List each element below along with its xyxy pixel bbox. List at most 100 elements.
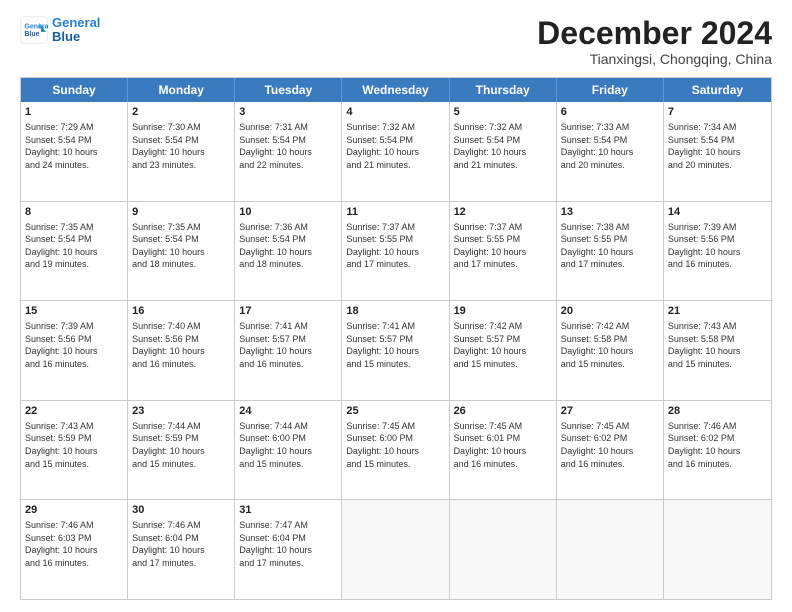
day-info-line: Daylight: 10 hours xyxy=(561,445,659,458)
header-day-friday: Friday xyxy=(557,78,664,102)
day-info-line: Daylight: 10 hours xyxy=(239,345,337,358)
day-info-line: Sunrise: 7:39 AM xyxy=(25,320,123,333)
day-info-line: Sunrise: 7:47 AM xyxy=(239,519,337,532)
day-info-line: Sunset: 5:54 PM xyxy=(25,233,123,246)
day-cell-18: 18Sunrise: 7:41 AMSunset: 5:57 PMDayligh… xyxy=(342,301,449,400)
day-info-line: Sunset: 5:55 PM xyxy=(454,233,552,246)
day-info-line: Sunset: 6:00 PM xyxy=(239,432,337,445)
day-cell-5: 5Sunrise: 7:32 AMSunset: 5:54 PMDaylight… xyxy=(450,102,557,201)
day-cell-12: 12Sunrise: 7:37 AMSunset: 5:55 PMDayligh… xyxy=(450,202,557,301)
day-info-line: Daylight: 10 hours xyxy=(454,345,552,358)
header: General Blue General Blue December 2024 … xyxy=(20,16,772,67)
day-info-line: Daylight: 10 hours xyxy=(561,246,659,259)
day-info-line: Sunrise: 7:37 AM xyxy=(346,221,444,234)
logo-general: General xyxy=(52,16,100,30)
day-info-line: Sunset: 5:55 PM xyxy=(346,233,444,246)
day-cell-8: 8Sunrise: 7:35 AMSunset: 5:54 PMDaylight… xyxy=(21,202,128,301)
day-info-line: Sunset: 5:59 PM xyxy=(132,432,230,445)
day-info-line: Sunset: 5:54 PM xyxy=(454,134,552,147)
day-info-line: and 15 minutes. xyxy=(239,458,337,471)
empty-cell xyxy=(450,500,557,599)
day-info-line: Sunset: 6:03 PM xyxy=(25,532,123,545)
day-number: 28 xyxy=(668,404,767,419)
day-number: 19 xyxy=(454,304,552,319)
day-info-line: Sunrise: 7:35 AM xyxy=(25,221,123,234)
svg-text:Blue: Blue xyxy=(24,31,39,38)
header-day-tuesday: Tuesday xyxy=(235,78,342,102)
day-info-line: Sunrise: 7:34 AM xyxy=(668,121,767,134)
day-cell-15: 15Sunrise: 7:39 AMSunset: 5:56 PMDayligh… xyxy=(21,301,128,400)
day-info-line: Sunrise: 7:40 AM xyxy=(132,320,230,333)
day-info-line: Daylight: 10 hours xyxy=(668,146,767,159)
day-info-line: Daylight: 10 hours xyxy=(668,445,767,458)
day-cell-24: 24Sunrise: 7:44 AMSunset: 6:00 PMDayligh… xyxy=(235,401,342,500)
day-info-line: Daylight: 10 hours xyxy=(25,544,123,557)
day-info-line: Daylight: 10 hours xyxy=(132,146,230,159)
day-cell-20: 20Sunrise: 7:42 AMSunset: 5:58 PMDayligh… xyxy=(557,301,664,400)
day-info-line: Sunset: 5:54 PM xyxy=(561,134,659,147)
day-info-line: Daylight: 10 hours xyxy=(25,146,123,159)
day-info-line: Daylight: 10 hours xyxy=(239,544,337,557)
day-info-line: Daylight: 10 hours xyxy=(25,345,123,358)
day-info-line: Sunset: 5:57 PM xyxy=(454,333,552,346)
day-info-line: and 20 minutes. xyxy=(561,159,659,172)
day-info-line: Sunset: 5:58 PM xyxy=(561,333,659,346)
day-info-line: Sunrise: 7:46 AM xyxy=(668,420,767,433)
day-info-line: Sunset: 6:04 PM xyxy=(132,532,230,545)
day-cell-29: 29Sunrise: 7:46 AMSunset: 6:03 PMDayligh… xyxy=(21,500,128,599)
day-cell-1: 1Sunrise: 7:29 AMSunset: 5:54 PMDaylight… xyxy=(21,102,128,201)
day-info-line: Sunset: 5:59 PM xyxy=(25,432,123,445)
day-info-line: Sunrise: 7:37 AM xyxy=(454,221,552,234)
day-info-line: Daylight: 10 hours xyxy=(561,345,659,358)
day-number: 22 xyxy=(25,404,123,419)
day-info-line: and 16 minutes. xyxy=(561,458,659,471)
day-number: 30 xyxy=(132,503,230,518)
day-cell-13: 13Sunrise: 7:38 AMSunset: 5:55 PMDayligh… xyxy=(557,202,664,301)
day-number: 4 xyxy=(346,105,444,120)
day-info-line: Sunset: 5:56 PM xyxy=(132,333,230,346)
day-info-line: Daylight: 10 hours xyxy=(239,246,337,259)
empty-cell xyxy=(664,500,771,599)
day-info-line: Daylight: 10 hours xyxy=(346,246,444,259)
day-number: 18 xyxy=(346,304,444,319)
day-cell-26: 26Sunrise: 7:45 AMSunset: 6:01 PMDayligh… xyxy=(450,401,557,500)
day-number: 6 xyxy=(561,105,659,120)
day-cell-3: 3Sunrise: 7:31 AMSunset: 5:54 PMDaylight… xyxy=(235,102,342,201)
calendar: SundayMondayTuesdayWednesdayThursdayFrid… xyxy=(20,77,772,600)
day-info-line: and 15 minutes. xyxy=(132,458,230,471)
day-number: 1 xyxy=(25,105,123,120)
day-info-line: and 18 minutes. xyxy=(132,258,230,271)
day-info-line: Sunset: 5:54 PM xyxy=(346,134,444,147)
day-number: 23 xyxy=(132,404,230,419)
day-info-line: Sunrise: 7:30 AM xyxy=(132,121,230,134)
day-info-line: Daylight: 10 hours xyxy=(454,246,552,259)
day-info-line: Sunset: 5:54 PM xyxy=(25,134,123,147)
day-info-line: Sunrise: 7:45 AM xyxy=(346,420,444,433)
day-number: 13 xyxy=(561,205,659,220)
month-title: December 2024 xyxy=(537,16,772,51)
day-cell-11: 11Sunrise: 7:37 AMSunset: 5:55 PMDayligh… xyxy=(342,202,449,301)
day-info-line: Sunrise: 7:39 AM xyxy=(668,221,767,234)
day-info-line: Sunrise: 7:46 AM xyxy=(25,519,123,532)
day-cell-21: 21Sunrise: 7:43 AMSunset: 5:58 PMDayligh… xyxy=(664,301,771,400)
day-info-line: and 15 minutes. xyxy=(454,358,552,371)
calendar-header: SundayMondayTuesdayWednesdayThursdayFrid… xyxy=(21,78,771,102)
day-info-line: Sunrise: 7:32 AM xyxy=(454,121,552,134)
day-number: 21 xyxy=(668,304,767,319)
day-number: 31 xyxy=(239,503,337,518)
day-info-line: and 15 minutes. xyxy=(25,458,123,471)
day-info-line: Sunset: 5:56 PM xyxy=(25,333,123,346)
day-info-line: and 22 minutes. xyxy=(239,159,337,172)
day-number: 8 xyxy=(25,205,123,220)
day-info-line: Sunrise: 7:43 AM xyxy=(668,320,767,333)
logo-blue: Blue xyxy=(52,30,100,44)
day-cell-10: 10Sunrise: 7:36 AMSunset: 5:54 PMDayligh… xyxy=(235,202,342,301)
day-info-line: and 18 minutes. xyxy=(239,258,337,271)
logo: General Blue General Blue xyxy=(20,16,100,45)
day-cell-6: 6Sunrise: 7:33 AMSunset: 5:54 PMDaylight… xyxy=(557,102,664,201)
day-info-line: Sunset: 6:02 PM xyxy=(561,432,659,445)
day-info-line: Daylight: 10 hours xyxy=(132,345,230,358)
day-cell-31: 31Sunrise: 7:47 AMSunset: 6:04 PMDayligh… xyxy=(235,500,342,599)
day-info-line: and 17 minutes. xyxy=(346,258,444,271)
day-info-line: Daylight: 10 hours xyxy=(454,445,552,458)
